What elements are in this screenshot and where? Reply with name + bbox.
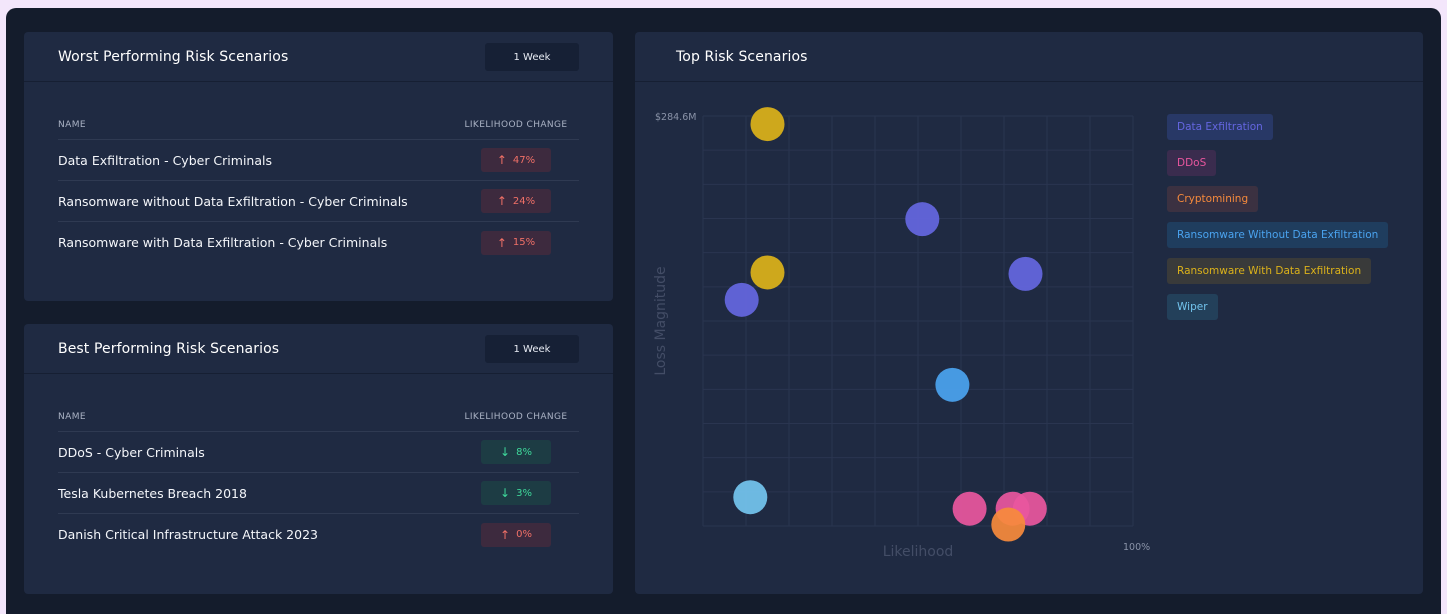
table-row[interactable]: DDoS - Cyber Criminals ↓ 8% [58,432,579,473]
data-point [991,507,1026,542]
legend-item[interactable]: Data Exfiltration [1167,114,1273,140]
legend-item[interactable]: Wiper [1167,294,1218,320]
likelihood-change-cell: ↑ 0% [453,522,579,547]
best-performing-card: Best Performing Risk Scenarios 1 Week NA… [24,324,613,594]
likelihood-change-badge: ↑ 47% [481,148,551,172]
data-point [724,282,759,317]
scenario-name: Ransomware with Data Exfiltration - Cybe… [58,235,388,250]
chart-legend: Data Exfiltration DDoS Cryptomining Ransomw… [1167,114,1389,320]
period-select-button[interactable]: 1 Week [485,43,579,71]
table-row[interactable]: Ransomware with Data Exfiltration - Cybe… [58,222,579,263]
likelihood-change-badge: ↓ 8% [481,440,551,464]
x-axis-max-tick-label: 100% [1123,542,1150,553]
scenario-name: Ransomware without Data Exfiltration - C… [58,193,408,209]
likelihood-change-cell: ↑ 15% [453,230,579,255]
scenario-name: Tesla Kubernetes Breach 2018 [58,485,247,501]
likelihood-change-cell: ↓ 3% [453,481,579,505]
card-title: Worst Performing Risk Scenarios [58,49,289,65]
data-point [1008,256,1043,291]
card-title: Best Performing Risk Scenarios [58,341,280,357]
scenario-name: Danish Critical Infrastructure Attack 20… [58,527,318,542]
change-value: 24% [512,195,536,207]
legend-item[interactable]: Ransomware Without Data Exfiltration [1167,222,1389,248]
data-point [750,107,785,142]
column-header-change: LIKELIHOOD CHANGE [464,119,568,130]
arrow-down-icon: ↓ [500,445,511,459]
table-row[interactable]: Tesla Kubernetes Breach 2018 ↓ 3% [58,473,579,514]
dashboard-app: Worst Performing Risk Scenarios 1 Week N… [6,8,1441,614]
arrow-down-icon: ↓ [500,486,511,500]
table-header: NAME LIKELIHOOD CHANGE [58,402,579,432]
change-value: 3% [516,487,532,499]
change-value: 8% [516,446,532,458]
arrow-up-icon: ↑ [500,527,511,542]
arrow-up-icon: ↑ [496,194,507,208]
y-axis-max-tick-label: $284.6M [655,112,696,123]
column-header-name: NAME [58,119,86,130]
data-point [750,255,785,290]
likelihood-change-badge: ↑ 15% [481,230,551,255]
x-axis-label: Likelihood [883,544,954,560]
arrow-up-icon: ↑ [496,153,507,167]
likelihood-change-badge: ↑ 24% [481,189,551,213]
table-row[interactable]: Danish Critical Infrastructure Attack 20… [58,514,579,555]
table-row[interactable]: Data Exfiltration - Cyber Criminals ↑ 47% [58,140,579,181]
card-title: Top Risk Scenarios [676,49,808,65]
top-risk-scenarios-card: Top Risk Scenarios $284.6M 100% Likelihood… [635,32,1423,594]
column-header-name: NAME [58,411,86,422]
arrow-up-icon: ↑ [496,235,507,250]
table-header: NAME LIKELIHOOD CHANGE [58,110,579,140]
card-header: Worst Performing Risk Scenarios 1 Week [24,32,613,82]
period-select-button[interactable]: 1 Week [485,335,579,363]
worst-performing-card: Worst Performing Risk Scenarios 1 Week N… [24,32,613,301]
change-value: 15% [512,237,536,248]
table-row[interactable]: Ransomware without Data Exfiltration - C… [58,181,579,222]
data-point [935,367,970,402]
risk-table: NAME LIKELIHOOD CHANGE DDoS - Cyber Crim… [58,402,579,555]
scatter-chart: $284.6M 100% Likelihood Loss Magnitude [653,107,1150,560]
legend-item[interactable]: DDoS [1167,150,1217,176]
likelihood-change-badge: ↓ 3% [481,481,551,505]
data-point [733,480,768,515]
likelihood-change-cell: ↑ 24% [453,189,579,213]
data-point [905,202,940,237]
y-axis-label: Loss Magnitude [653,266,669,375]
likelihood-change-cell: ↓ 8% [453,440,579,464]
likelihood-change-badge: ↑ 0% [481,522,551,547]
card-header: Best Performing Risk Scenarios 1 Week [24,324,613,374]
scenario-name: Data Exfiltration - Cyber Criminals [58,152,272,168]
scenario-name: DDoS - Cyber Criminals [58,444,205,460]
card-header: Top Risk Scenarios [635,32,1423,82]
column-header-change: LIKELIHOOD CHANGE [464,411,568,422]
likelihood-change-cell: ↑ 47% [453,148,579,172]
legend-item[interactable]: Cryptomining [1167,186,1259,212]
data-point [952,491,987,526]
change-value: 0% [516,529,532,540]
legend-item[interactable]: Ransomware With Data Exfiltration [1167,258,1372,284]
change-value: 47% [512,154,536,166]
risk-table: NAME LIKELIHOOD CHANGE Data Exfiltration… [58,110,579,263]
